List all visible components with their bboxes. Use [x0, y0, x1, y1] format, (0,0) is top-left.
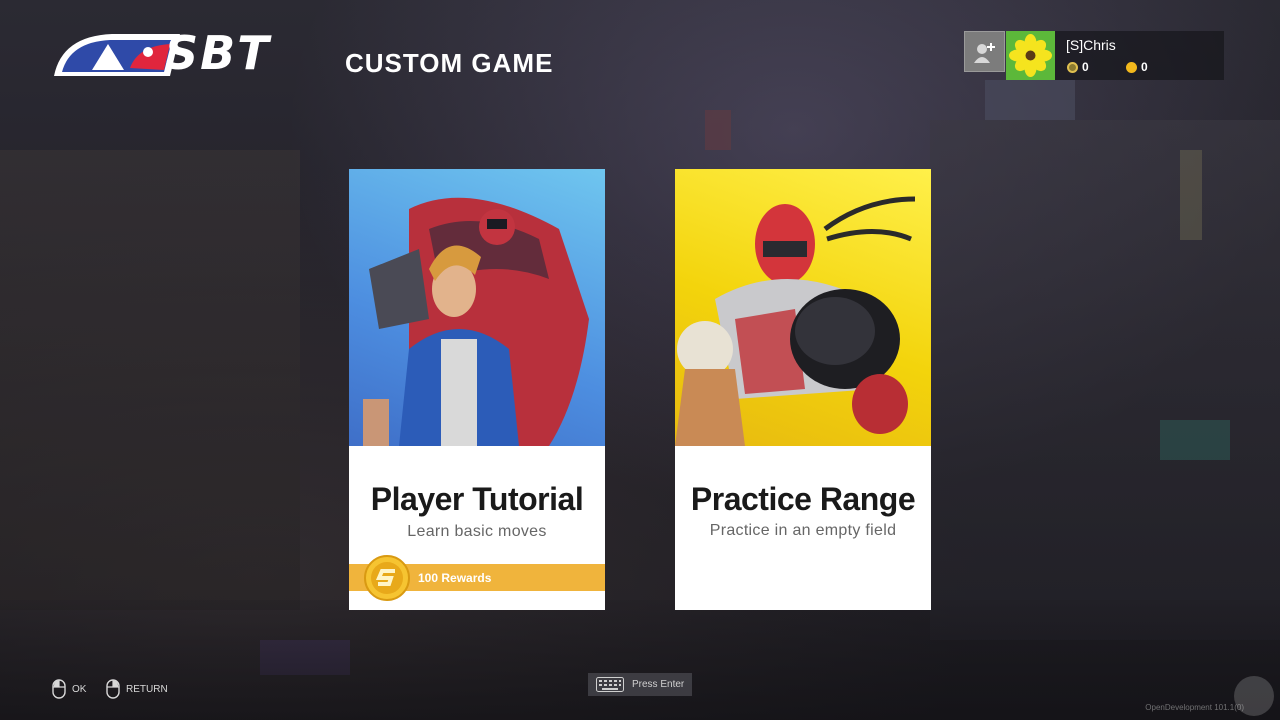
return-label: RETURN	[126, 683, 168, 695]
tutorial-character-art	[349, 169, 605, 446]
add-friend-button[interactable]	[964, 31, 1005, 72]
player-tutorial-card[interactable]: Player Tutorial Learn basic moves 100 Re…	[349, 169, 605, 610]
background-teal-light	[1160, 420, 1230, 460]
background-sign	[1180, 150, 1202, 240]
page-title: CUSTOM GAME	[345, 48, 554, 78]
avatar[interactable]	[1006, 31, 1055, 80]
card-subtitle: Practice in an empty field	[709, 522, 897, 539]
card-title: Player Tutorial	[370, 481, 584, 517]
mouse-left-icon	[52, 679, 66, 699]
ok-hint[interactable]: OK	[52, 679, 86, 699]
add-friend-icon	[973, 42, 995, 63]
currency-token-value: 0	[1082, 60, 1089, 74]
ok-label: OK	[72, 683, 87, 695]
background-light-panel	[985, 80, 1075, 120]
background-floor-shade	[0, 600, 1280, 720]
background-structure-left	[0, 150, 300, 610]
gold-coin-icon	[1126, 61, 1137, 73]
mouse-right-icon	[106, 679, 120, 699]
card-subtitle: Learn basic moves	[407, 523, 547, 540]
reward-label: 100 Rewards	[418, 571, 492, 585]
currency-gold: 0	[1126, 60, 1148, 74]
return-hint[interactable]: RETURN	[106, 679, 168, 699]
practice-range-card[interactable]: Practice Range Practice in an empty fiel…	[675, 169, 931, 610]
currency-gold-value: 0	[1141, 60, 1148, 74]
currency-token: 0	[1067, 60, 1089, 74]
press-enter-label: Press Enter	[632, 679, 685, 690]
user-name: [S]Chris	[1066, 37, 1116, 53]
version-label: OpenDevelopment 101.1(0)	[1145, 703, 1244, 712]
keyboard-icon	[596, 677, 624, 692]
card-title: Practice Range	[690, 481, 916, 517]
flower-avatar-icon	[1009, 34, 1052, 77]
press-enter-hint[interactable]: Press Enter	[588, 673, 692, 696]
reward-coin-icon	[364, 555, 410, 601]
logo-wordmark: SBT	[165, 26, 271, 80]
background-structure-right	[930, 120, 1280, 640]
practice-character-art	[675, 169, 931, 446]
background-red-light	[705, 110, 731, 150]
token-icon	[1067, 61, 1078, 73]
